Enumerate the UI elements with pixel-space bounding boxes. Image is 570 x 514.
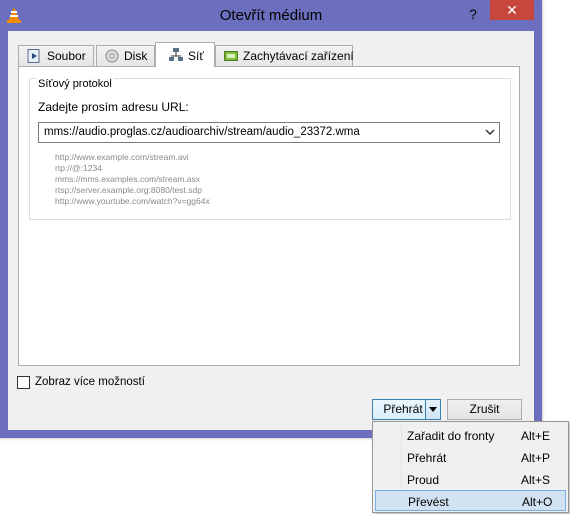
close-button[interactable]: ✕	[490, 0, 534, 20]
url-value[interactable]: mms://audio.proglas.cz/audioarchiv/strea…	[44, 126, 360, 138]
tab-network-label: Síť	[188, 49, 204, 63]
tab-disc[interactable]: Disk	[96, 45, 155, 66]
url-label: Zadejte prosím adresu URL:	[38, 100, 189, 114]
url-examples: http://www.example.com/stream.avi rtp://…	[55, 152, 210, 207]
menu-item-play[interactable]: Přehrát Alt+P	[375, 447, 566, 468]
example-url: mms://mms.examples.com/stream.asx	[55, 174, 200, 184]
example-url: rtsp://server.example.org:8080/test.sdp	[55, 185, 202, 195]
tab-file[interactable]: Soubor	[18, 45, 94, 66]
network-icon	[169, 48, 183, 62]
menu-item-convert[interactable]: Převést Alt+O	[375, 490, 566, 511]
network-protocol-group: Síťový protokol Zadejte prosím adresu UR…	[29, 78, 511, 220]
dialog-body: Soubor Disk Síť Zachytávací zařízení Síť…	[8, 31, 534, 430]
menu-item-stream[interactable]: Proud Alt+S	[375, 469, 566, 490]
example-url: http://www.yourtube.com/watch?v=gg64x	[55, 196, 210, 206]
more-options-checkbox[interactable]	[17, 376, 30, 389]
url-input[interactable]: mms://audio.proglas.cz/audioarchiv/strea…	[38, 122, 500, 143]
menu-item-shortcut: Alt+E	[521, 429, 551, 443]
menu-item-shortcut: Alt+S	[521, 473, 551, 487]
menu-item-label: Převést	[408, 495, 449, 509]
tab-capture-device-label: Zachytávací zařízení	[243, 49, 354, 63]
network-panel: Síťový protokol Zadejte prosím adresu UR…	[18, 66, 520, 366]
menu-item-label: Proud	[407, 473, 440, 487]
title-bar[interactable]: Otevřít médium ? ✕	[0, 0, 542, 31]
play-dropdown-button[interactable]	[425, 399, 441, 420]
menu-item-label: Přehrát	[407, 451, 447, 465]
file-play-icon	[27, 49, 41, 63]
open-media-dialog: Otevřít médium ? ✕ Soubor Disk Síť Zachy…	[0, 0, 542, 438]
tab-file-label: Soubor	[47, 49, 86, 63]
caret-down-icon	[429, 407, 437, 412]
tab-disc-label: Disk	[124, 49, 148, 63]
chevron-down-icon[interactable]	[484, 126, 496, 138]
group-title: Síťový protokol	[36, 78, 114, 90]
play-options-menu: Zařadit do fronty Alt+E Přehrát Alt+P Pr…	[372, 421, 569, 513]
more-options-label[interactable]: Zobraz více možností	[35, 376, 145, 388]
tab-network[interactable]: Síť	[155, 42, 215, 67]
menu-item-shortcut: Alt+P	[521, 451, 551, 465]
menu-item-shortcut: Alt+O	[522, 495, 553, 509]
help-button[interactable]: ?	[463, 4, 483, 24]
window-title: Otevřít médium	[219, 7, 323, 24]
menu-item-enqueue[interactable]: Zařadit do fronty Alt+E	[375, 425, 566, 446]
cancel-button[interactable]: Zrušit	[447, 399, 522, 420]
capture-device-icon	[224, 49, 238, 63]
menu-item-label: Zařadit do fronty	[407, 429, 495, 443]
disc-icon	[105, 49, 119, 63]
example-url: http://www.example.com/stream.avi	[55, 152, 189, 162]
example-url: rtp://@:1234	[55, 163, 102, 173]
tab-capture-device[interactable]: Zachytávací zařízení	[215, 45, 354, 66]
